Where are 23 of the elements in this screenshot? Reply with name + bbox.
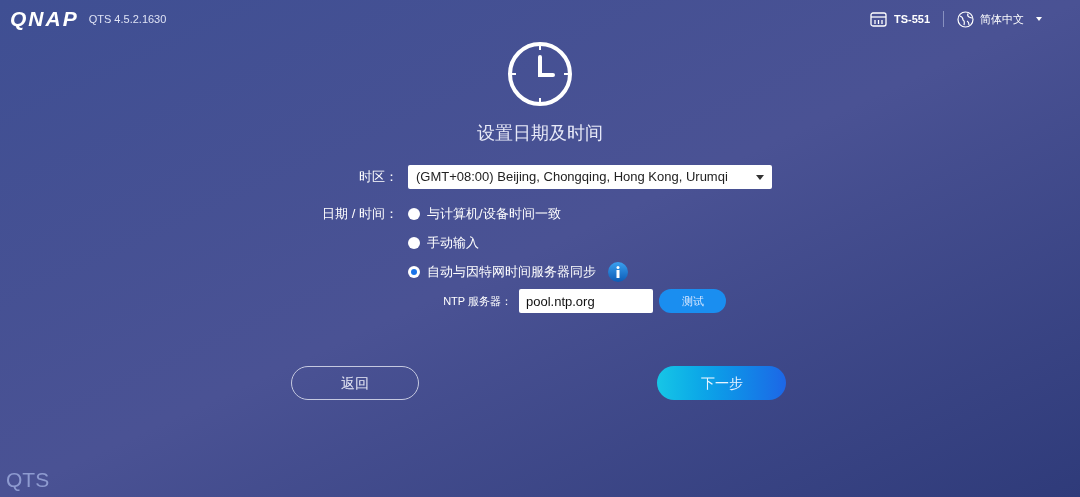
radio-button[interactable] xyxy=(408,207,420,220)
info-icon[interactable] xyxy=(608,261,628,282)
device-name: TS-551 xyxy=(893,11,930,27)
caret-icon xyxy=(756,174,764,180)
radio-label: 自动与因特网时间服务器同步 xyxy=(427,262,596,281)
radio-label: 与计算机/设备时间一致 xyxy=(427,204,561,223)
timezone-dropdown[interactable]: (GMT+08:00) Beijing, Chongqing, Hong Kong, Urumqi xyxy=(408,165,772,189)
caret-icon xyxy=(1036,17,1042,21)
ntp-server-field[interactable]: pool.ntp.org xyxy=(519,289,653,313)
brand-text: QTS xyxy=(6,467,50,491)
nas-device-icon xyxy=(869,11,887,27)
ntp-label: NTP 服务器： xyxy=(442,293,512,309)
globe-icon[interactable] xyxy=(957,10,974,28)
radio-button[interactable] xyxy=(408,265,420,278)
timezone-label: 时区： xyxy=(359,168,398,187)
radio-label: 手动输入 xyxy=(427,233,479,252)
radio-button[interactable] xyxy=(408,236,420,249)
version-text: QTS 4.5.2.1630 xyxy=(88,11,167,27)
datetime-label: 日期 / 时间： xyxy=(322,204,398,223)
clock-icon xyxy=(507,41,573,107)
language-selector[interactable]: 简体中文 xyxy=(980,10,1042,28)
logo: QNAP xyxy=(10,6,79,33)
page-title: 设置日期及时间 xyxy=(477,122,603,145)
